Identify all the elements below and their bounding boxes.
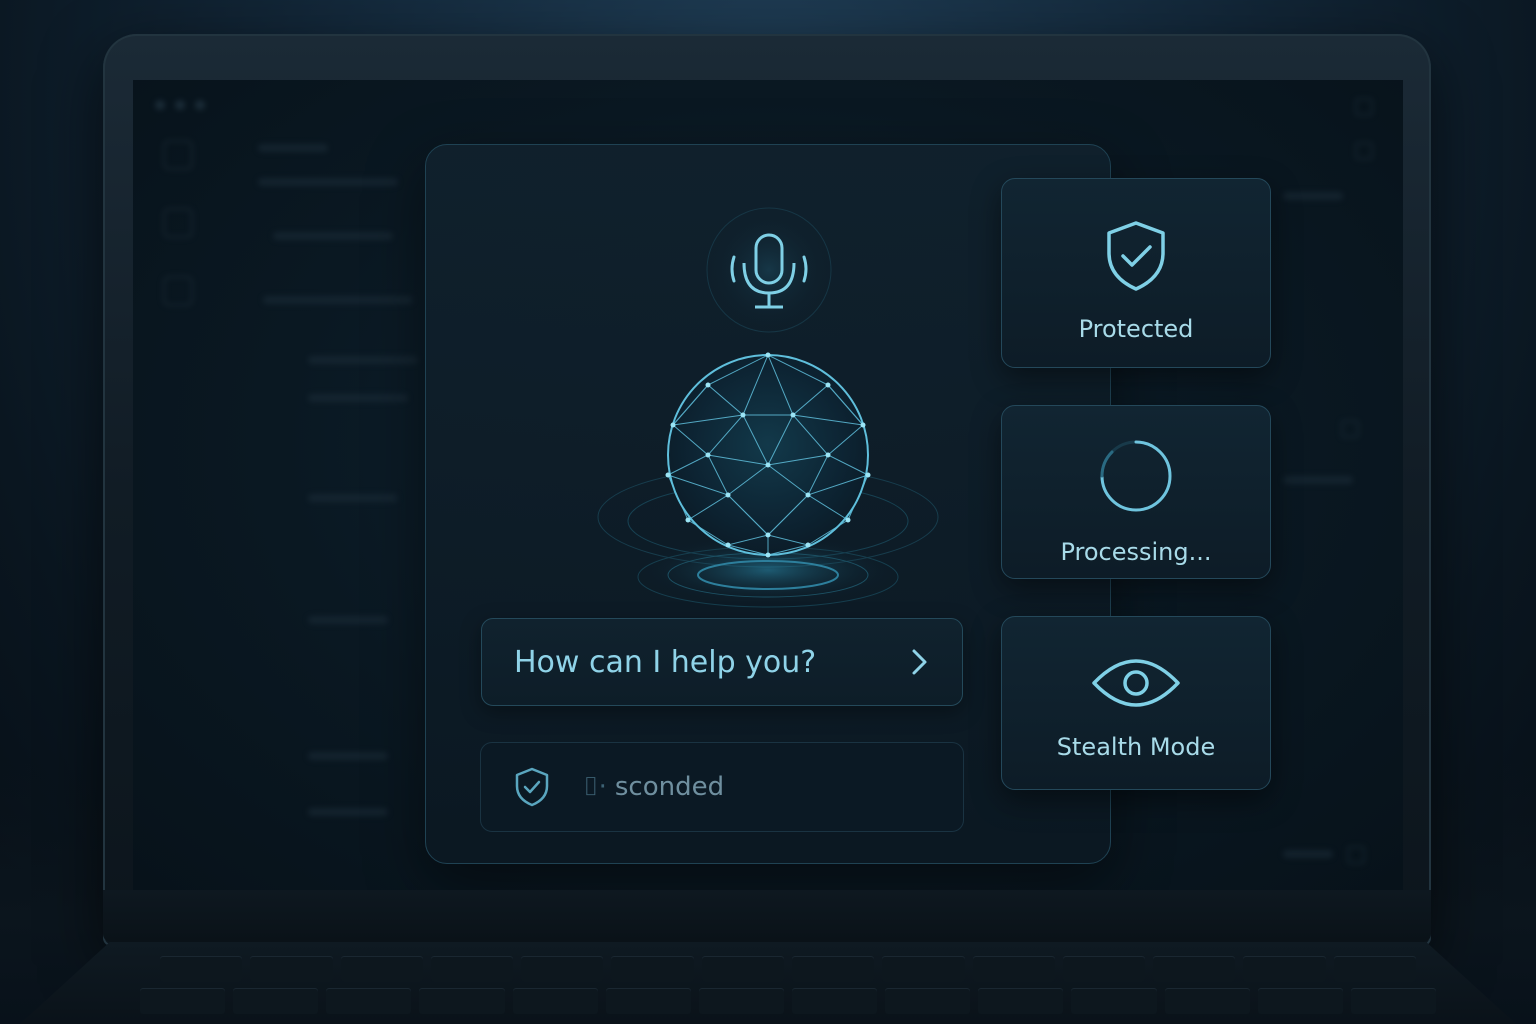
spinner-icon — [1096, 436, 1176, 520]
status-text: sconded — [614, 772, 725, 802]
keyboard-row — [160, 956, 1416, 982]
background-sidebar — [153, 140, 203, 870]
processing-label: Processing... — [1060, 538, 1212, 566]
stealth-mode-card[interactable]: Stealth Mode — [1001, 616, 1271, 790]
laptop-keyboard — [20, 942, 1516, 1024]
shield-check-icon — [1103, 219, 1169, 297]
security-status-bar: ⌷· sconded — [480, 742, 964, 832]
laptop-screen: How can I help you? ⌷· sconded Protected… — [133, 80, 1403, 890]
status-glyph: ⌷· — [583, 771, 607, 802]
protected-card[interactable]: Protected — [1001, 178, 1271, 368]
prompt-text: How can I help you? — [514, 644, 817, 680]
microphone-icon[interactable] — [699, 205, 839, 345]
shield-check-icon — [513, 766, 551, 808]
assistant-prompt-input[interactable]: How can I help you? — [481, 618, 963, 706]
keyboard-row — [140, 988, 1436, 1014]
eye-icon — [1090, 655, 1182, 715]
protected-label: Protected — [1078, 315, 1194, 343]
window-controls — [155, 100, 205, 110]
laptop-bezel — [103, 890, 1431, 942]
chevron-right-icon[interactable] — [906, 647, 932, 677]
processing-card[interactable]: Processing... — [1001, 405, 1271, 579]
stealth-mode-label: Stealth Mode — [1056, 733, 1216, 761]
ai-sphere-visual — [578, 345, 958, 615]
